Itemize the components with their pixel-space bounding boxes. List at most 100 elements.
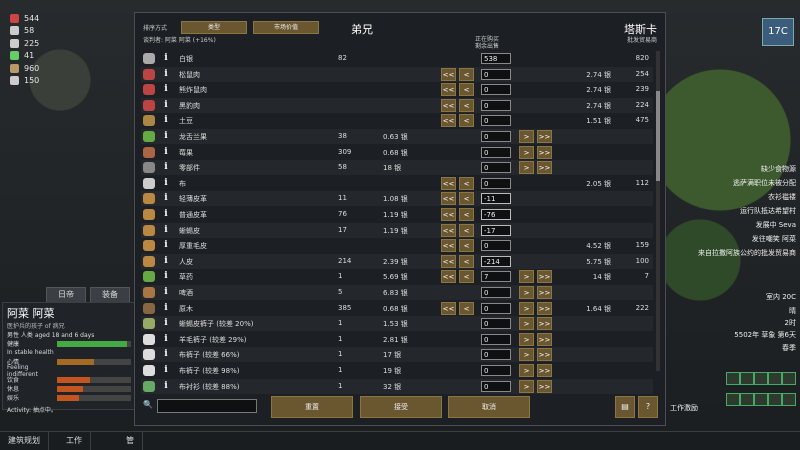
colonist-panel[interactable]: 阿菜 阿菜 医护兵的孩子 of 病兄 男性 人类 aged 18 and 6 d… xyxy=(2,302,136,414)
info-icon[interactable]: i xyxy=(163,365,169,376)
sell-one-button[interactable]: > xyxy=(519,270,534,284)
buy-all-button[interactable]: << xyxy=(441,254,456,268)
buy-one-button[interactable]: < xyxy=(459,223,474,237)
buy-all-button[interactable]: << xyxy=(441,114,456,128)
trade-quantity[interactable]: 0 xyxy=(481,333,511,345)
sell-all-button[interactable]: >> xyxy=(537,161,552,175)
sell-one-button[interactable]: > xyxy=(519,145,534,159)
alert-item[interactable]: 发往嘲笑 阿菜 xyxy=(752,234,796,244)
control-buttons[interactable] xyxy=(726,372,796,412)
info-icon[interactable]: i xyxy=(163,131,169,142)
info-icon[interactable]: i xyxy=(163,178,169,189)
help-icon[interactable]: ? xyxy=(638,396,658,418)
info-icon[interactable]: i xyxy=(163,162,169,173)
sell-one-button[interactable]: > xyxy=(519,379,534,393)
buy-all-button[interactable]: << xyxy=(441,239,456,253)
alert-item[interactable]: 缺少食物源 xyxy=(761,164,796,174)
sell-one-button[interactable]: > xyxy=(519,286,534,299)
buy-all-button[interactable]: << xyxy=(441,67,456,81)
buy-all-button[interactable]: << xyxy=(441,270,456,284)
buy-all-button[interactable]: << xyxy=(441,176,456,190)
sell-all-button[interactable]: >> xyxy=(537,332,552,346)
cancel-button[interactable]: 取消 xyxy=(448,396,530,418)
trade-quantity[interactable]: 538 xyxy=(481,53,511,64)
sell-all-button[interactable]: >> xyxy=(537,270,552,284)
sell-one-button[interactable]: > xyxy=(519,130,534,143)
trade-quantity[interactable]: 7 xyxy=(481,271,511,283)
buy-one-button[interactable]: < xyxy=(459,270,474,284)
accept-button[interactable]: 接受 xyxy=(360,396,442,418)
trade-quantity[interactable]: 0 xyxy=(481,162,511,174)
buy-one-button[interactable]: < xyxy=(459,192,474,206)
sell-one-button[interactable]: > xyxy=(519,348,534,362)
buy-one-button[interactable]: < xyxy=(459,301,474,315)
scrollbar[interactable] xyxy=(656,51,660,371)
alert-item[interactable]: 运行队抵达希望村 xyxy=(740,206,796,216)
info-icon[interactable]: i xyxy=(163,303,169,314)
buy-all-button[interactable]: << xyxy=(441,98,456,112)
trade-quantity[interactable]: 0 xyxy=(481,131,511,142)
info-icon[interactable]: i xyxy=(163,240,169,251)
buy-all-button[interactable]: << xyxy=(441,223,456,237)
trade-quantity[interactable]: -17 xyxy=(481,224,511,236)
info-icon[interactable]: i xyxy=(163,53,169,64)
trade-quantity[interactable]: 0 xyxy=(481,240,511,252)
trade-quantity[interactable]: 0 xyxy=(481,146,511,158)
schedule-button[interactable]: 日帝 xyxy=(46,287,86,303)
sell-all-button[interactable]: >> xyxy=(537,286,552,299)
info-icon[interactable]: i xyxy=(163,256,169,267)
buy-one-button[interactable]: < xyxy=(459,83,474,97)
info-icon[interactable]: i xyxy=(163,193,169,204)
info-icon[interactable]: i xyxy=(163,225,169,236)
info-icon[interactable]: i xyxy=(163,318,169,329)
buy-one-button[interactable]: < xyxy=(459,176,474,190)
buy-one-button[interactable]: < xyxy=(459,67,474,81)
tab-architect[interactable]: 建筑规划 xyxy=(0,432,49,450)
trade-quantity[interactable]: 0 xyxy=(481,349,511,361)
trade-quantity[interactable]: -11 xyxy=(481,193,511,205)
sell-one-button[interactable]: > xyxy=(519,364,534,377)
search-input[interactable] xyxy=(157,399,257,413)
buy-one-button[interactable]: < xyxy=(459,98,474,112)
sell-all-button[interactable]: >> xyxy=(537,317,552,331)
trade-quantity[interactable]: 0 xyxy=(481,115,511,127)
info-icon[interactable]: i xyxy=(163,381,169,392)
trade-quantity[interactable]: 0 xyxy=(481,302,511,314)
sell-one-button[interactable]: > xyxy=(519,332,534,346)
trade-quantity[interactable]: 0 xyxy=(481,68,511,80)
info-icon[interactable]: i xyxy=(163,209,169,220)
trade-quantity[interactable]: 0 xyxy=(481,84,511,96)
trade-quantity[interactable]: -214 xyxy=(481,255,511,267)
info-icon[interactable]: i xyxy=(163,271,169,282)
info-icon[interactable]: i xyxy=(163,287,169,298)
gift-icon[interactable]: ▤ xyxy=(615,396,635,418)
alert-item[interactable]: 衣衫褴褛 xyxy=(768,192,796,202)
sell-one-button[interactable]: > xyxy=(519,317,534,331)
trade-quantity[interactable]: 0 xyxy=(481,380,511,392)
buy-one-button[interactable]: < xyxy=(459,114,474,128)
sell-all-button[interactable]: >> xyxy=(537,301,552,315)
buy-one-button[interactable]: < xyxy=(459,239,474,253)
tab-other[interactable]: 管 xyxy=(118,432,143,450)
trade-quantity[interactable]: -76 xyxy=(481,209,511,220)
alert-item[interactable]: 发展中 Seva xyxy=(756,220,796,230)
sell-all-button[interactable]: >> xyxy=(537,379,552,393)
info-icon[interactable]: i xyxy=(163,147,169,158)
buy-all-button[interactable]: << xyxy=(441,192,456,206)
alert-item[interactable]: 逃萨满职位未被分配 xyxy=(733,178,796,188)
info-icon[interactable]: i xyxy=(163,84,169,95)
info-icon[interactable]: i xyxy=(163,349,169,360)
tab-work[interactable]: 工作 xyxy=(58,432,91,450)
sell-one-button[interactable]: > xyxy=(519,301,534,315)
sell-all-button[interactable]: >> xyxy=(537,145,552,159)
sell-all-button[interactable]: >> xyxy=(537,130,552,143)
buy-all-button[interactable]: << xyxy=(441,301,456,315)
buy-all-button[interactable]: << xyxy=(441,83,456,97)
sort-type-button[interactable]: 类型 xyxy=(181,21,247,34)
info-icon[interactable]: i xyxy=(163,100,169,111)
sell-one-button[interactable]: > xyxy=(519,161,534,175)
trade-quantity[interactable]: 0 xyxy=(481,318,511,330)
sort-value-button[interactable]: 市场价值 xyxy=(253,21,319,34)
sell-all-button[interactable]: >> xyxy=(537,364,552,377)
trade-quantity[interactable]: 0 xyxy=(481,99,511,111)
